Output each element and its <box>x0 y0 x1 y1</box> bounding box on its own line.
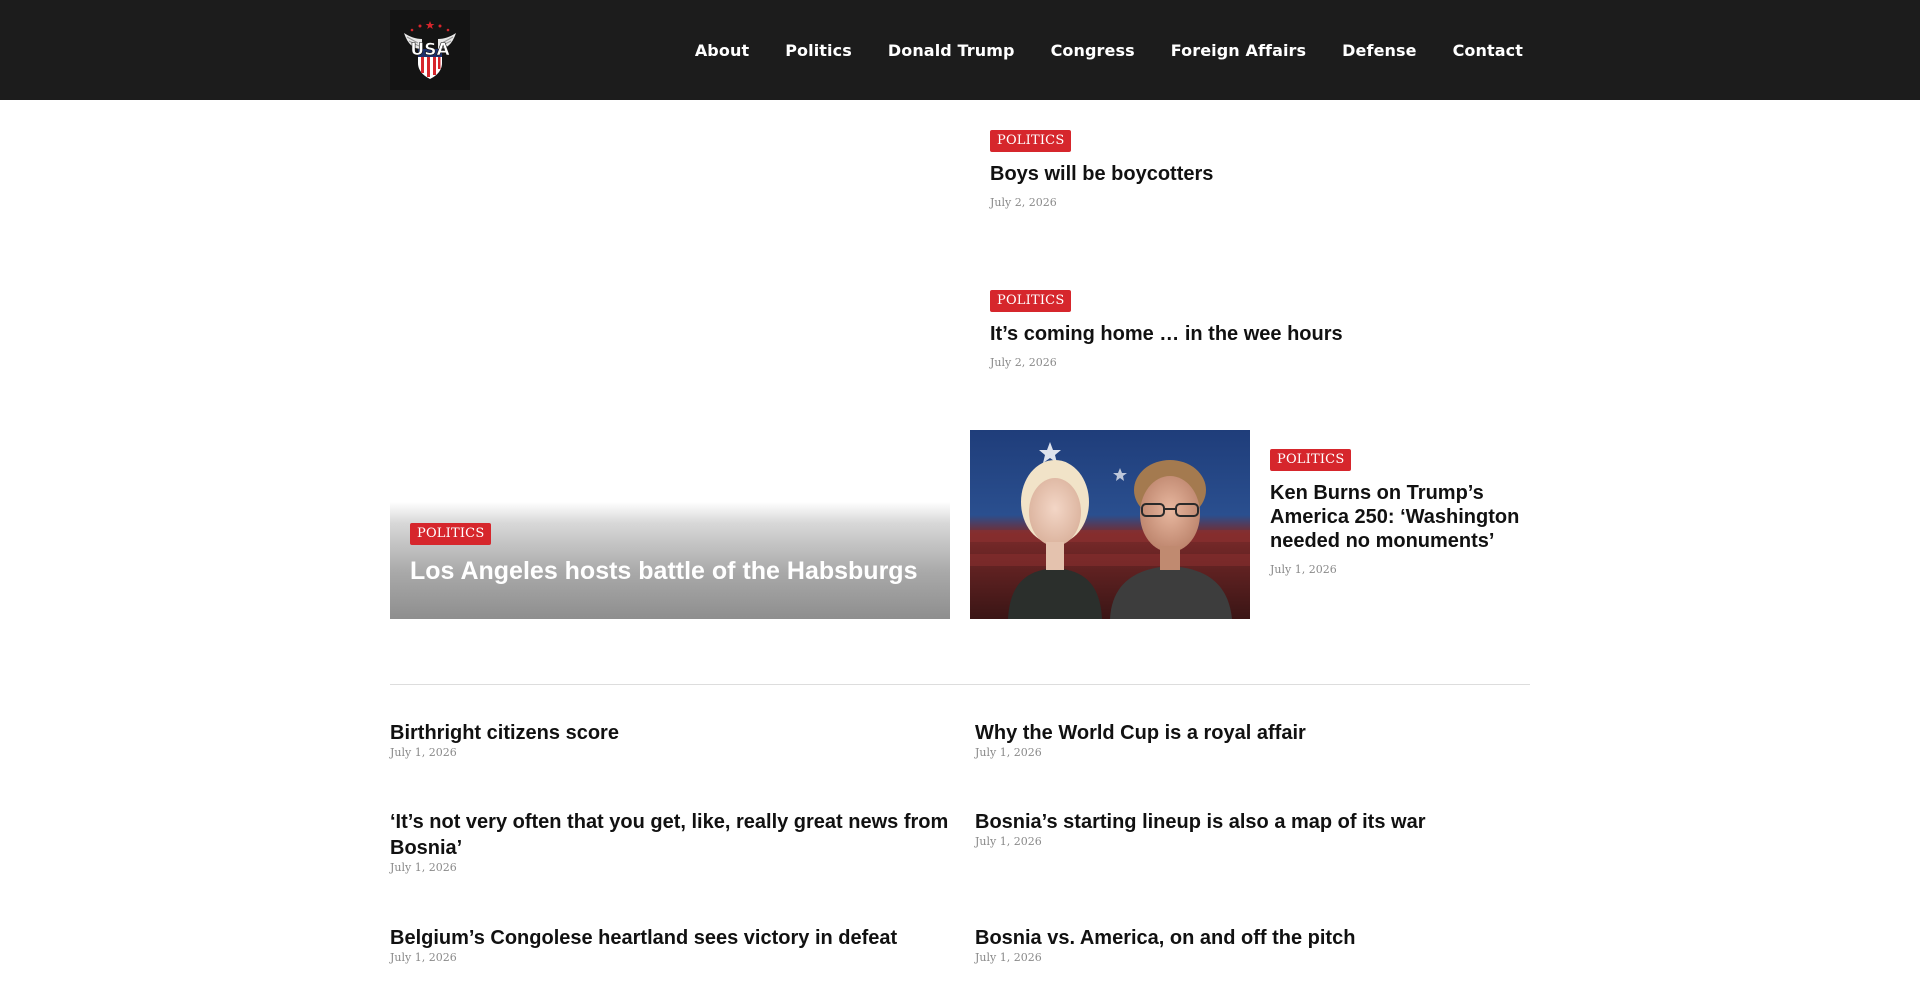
nav-about[interactable]: About <box>695 41 749 60</box>
feature-date: July 1, 2026 <box>1270 563 1337 576</box>
list-item: Birthright citizens score July 1, 2026 <box>390 720 950 759</box>
svg-text:USA: USA <box>410 40 450 60</box>
list-title[interactable]: Bosnia’s starting lineup is also a map o… <box>975 809 1535 835</box>
category-badge[interactable]: POLITICS <box>990 290 1072 312</box>
site-logo[interactable]: USA <box>390 10 470 90</box>
list-title[interactable]: Why the World Cup is a royal affair <box>975 720 1535 746</box>
list-title[interactable]: ‘It’s not very often that you get, like,… <box>390 809 950 861</box>
list-item: ‘It’s not very often that you get, like,… <box>390 809 950 874</box>
list-date: July 1, 2026 <box>975 746 1042 759</box>
list-date: July 1, 2026 <box>390 746 457 759</box>
list-title[interactable]: Bosnia vs. America, on and off the pitch <box>975 925 1535 951</box>
nav-donald-trump[interactable]: Donald Trump <box>888 41 1015 60</box>
list-item: Belgium’s Congolese heartland sees victo… <box>390 925 950 964</box>
list-item: Why the World Cup is a royal affair July… <box>975 720 1535 759</box>
list-title[interactable]: Belgium’s Congolese heartland sees victo… <box>390 925 950 951</box>
eagle-shield-logo-icon: USA <box>404 21 456 79</box>
story-card: POLITICS It’s coming home … in the wee h… <box>990 290 1530 369</box>
category-badge[interactable]: POLITICS <box>410 523 492 545</box>
nav-foreign-affairs[interactable]: Foreign Affairs <box>1171 41 1306 60</box>
story-title[interactable]: It’s coming home … in the wee hours <box>990 322 1530 346</box>
list-date: July 1, 2026 <box>390 951 457 964</box>
category-badge[interactable]: POLITICS <box>990 130 1072 152</box>
story-title[interactable]: Boys will be boycotters <box>990 162 1530 186</box>
story-date: July 2, 2026 <box>990 196 1057 209</box>
feature-story: POLITICS Ken Burns on Trump’s America 25… <box>1270 449 1540 576</box>
section-divider <box>390 684 1530 685</box>
nav-defense[interactable]: Defense <box>1342 41 1416 60</box>
hero-title[interactable]: Los Angeles hosts battle of the Habsburg… <box>410 556 917 586</box>
list-date: July 1, 2026 <box>390 861 457 874</box>
main-nav: About Politics Donald Trump Congress For… <box>695 0 1523 100</box>
nav-politics[interactable]: Politics <box>785 41 852 60</box>
nav-contact[interactable]: Contact <box>1453 41 1523 60</box>
category-badge[interactable]: POLITICS <box>1270 449 1352 471</box>
list-date: July 1, 2026 <box>975 951 1042 964</box>
nav-congress[interactable]: Congress <box>1051 41 1135 60</box>
feature-thumbnail[interactable] <box>970 430 1250 619</box>
hero-story[interactable]: POLITICS Los Angeles hosts battle of the… <box>390 502 950 619</box>
site-header: USA About Politics Donald Trump Congress… <box>0 0 1920 100</box>
story-card: POLITICS Boys will be boycotters July 2,… <box>990 130 1530 209</box>
video-still-image <box>970 430 1250 619</box>
list-title[interactable]: Birthright citizens score <box>390 720 950 746</box>
story-date: July 2, 2026 <box>990 356 1057 369</box>
list-date: July 1, 2026 <box>975 835 1042 848</box>
feature-title[interactable]: Ken Burns on Trump’s America 250: ‘Washi… <box>1270 481 1540 553</box>
list-item: Bosnia’s starting lineup is also a map o… <box>975 809 1535 848</box>
list-item: Bosnia vs. America, on and off the pitch… <box>975 925 1535 964</box>
